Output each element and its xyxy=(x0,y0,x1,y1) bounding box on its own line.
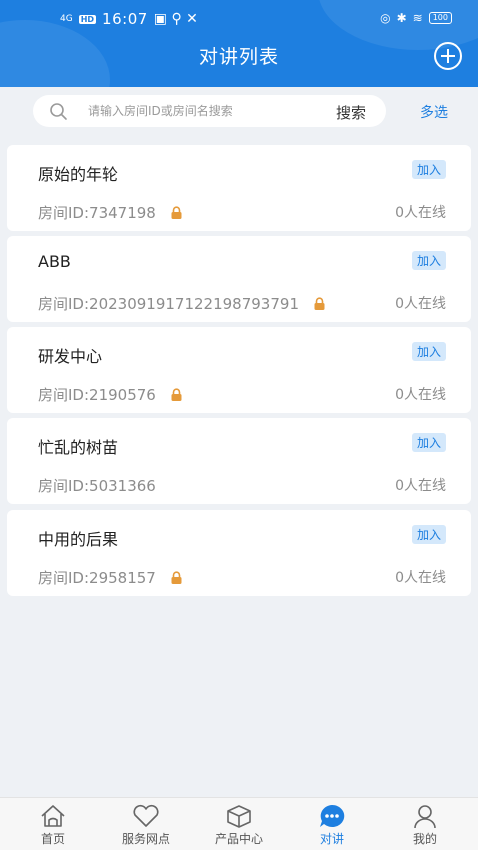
room-id-text: 房间ID:20230919171221987937​91 xyxy=(38,295,299,313)
room-id: 房间ID:7347198 xyxy=(38,202,183,223)
status-bar: 4G HD 16:07 ▣ ⚲ ✕ ◎ ✱ ≋ 100 xyxy=(0,8,478,32)
room-id: 房间ID:2190576 xyxy=(38,384,183,405)
bottom-tab-bar: 首页 服务网点 产品中心 对讲 我的 xyxy=(0,797,478,850)
online-count: 0人在线 xyxy=(395,296,446,312)
room-id-text: 房间ID:5031366 xyxy=(38,477,156,495)
heart-icon xyxy=(133,804,159,827)
search-bar: 搜索 多选 xyxy=(0,87,478,133)
online-count: 0人在线 xyxy=(395,205,446,221)
box-icon xyxy=(227,805,251,828)
tab-intercom[interactable]: 对讲 xyxy=(292,803,372,847)
room-name: 研发中心 xyxy=(38,347,103,366)
tab-label: 产品中心 xyxy=(214,832,263,846)
tab-label: 服务网点 xyxy=(121,832,170,846)
tab-home[interactable]: 首页 xyxy=(13,803,93,847)
room-id: 房间ID:2958157 xyxy=(38,567,183,588)
online-count: 0人在线 xyxy=(395,570,446,586)
room-card[interactable]: 原始的年轮 加入 房间ID:7347198 0人在线 xyxy=(7,145,471,231)
room-card[interactable]: 忙乱的树苗 加入 房间ID:5031366 0人在线 xyxy=(7,418,471,504)
search-icon xyxy=(50,103,67,120)
user-icon xyxy=(414,805,436,829)
tab-label: 我的 xyxy=(412,832,437,846)
room-card[interactable]: 中用的后果 加入 房间ID:2958157 0人在线 xyxy=(7,510,471,596)
room-id-text: 房间ID:7347198 xyxy=(38,204,156,222)
search-button[interactable]: 搜索 xyxy=(336,102,366,123)
join-button[interactable]: 加入 xyxy=(411,251,446,270)
online-count: 0人在线 xyxy=(395,478,446,494)
add-room-button[interactable] xyxy=(434,42,462,70)
room-id: 房间ID:20230919171221987937​91 xyxy=(38,293,326,314)
lock-icon xyxy=(171,571,182,584)
search-box: 搜索 xyxy=(33,95,386,127)
signal-indicator: 4G xyxy=(60,14,73,24)
join-button[interactable]: 加入 xyxy=(411,160,446,179)
notification-icon: ▣ ⚲ ✕ xyxy=(153,11,198,27)
room-name: 原始的年轮 xyxy=(38,165,119,184)
lock-icon xyxy=(171,206,182,219)
room-card[interactable]: ABB 加入 房间ID:20230919171221987937​91 0人在线 xyxy=(7,236,471,322)
tab-label: 首页 xyxy=(40,832,65,846)
room-id-text: 房间ID:2190576 xyxy=(38,386,156,404)
battery-icon: 100 xyxy=(428,12,452,24)
room-name: ABB xyxy=(38,252,71,271)
tab-mine[interactable]: 我的 xyxy=(385,803,465,847)
room-id: 房间ID:5031366 xyxy=(38,475,156,496)
join-button[interactable]: 加入 xyxy=(411,342,446,361)
tab-product-center[interactable]: 产品中心 xyxy=(199,803,279,847)
chat-icon xyxy=(320,804,345,827)
join-button[interactable]: 加入 xyxy=(411,433,446,452)
room-name: 忙乱的树苗 xyxy=(38,438,119,457)
room-name: 中用的后果 xyxy=(38,530,119,549)
lock-icon xyxy=(171,388,182,401)
status-time: 16:07 xyxy=(102,10,148,28)
search-input[interactable] xyxy=(88,101,318,121)
multi-select-button[interactable]: 多选 xyxy=(420,102,448,122)
home-icon xyxy=(41,805,65,827)
location-icon: ◎ xyxy=(380,11,391,25)
lock-icon xyxy=(314,297,325,310)
join-button[interactable]: 加入 xyxy=(411,525,446,544)
page-title: 对讲列表 xyxy=(198,46,279,68)
online-count: 0人在线 xyxy=(395,387,446,403)
hd-badge: HD xyxy=(78,14,97,24)
tab-service-points[interactable]: 服务网点 xyxy=(106,803,186,847)
tab-label: 对讲 xyxy=(319,832,344,846)
room-id-text: 房间ID:2958157 xyxy=(38,569,156,587)
bluetooth-icon: ✱ xyxy=(396,11,407,25)
app-header: 4G HD 16:07 ▣ ⚲ ✕ ◎ ✱ ≋ 100 对讲列表 xyxy=(0,0,478,87)
wifi-icon: ≋ xyxy=(412,11,423,25)
room-card[interactable]: 研发中心 加入 房间ID:2190576 0人在线 xyxy=(7,327,471,413)
